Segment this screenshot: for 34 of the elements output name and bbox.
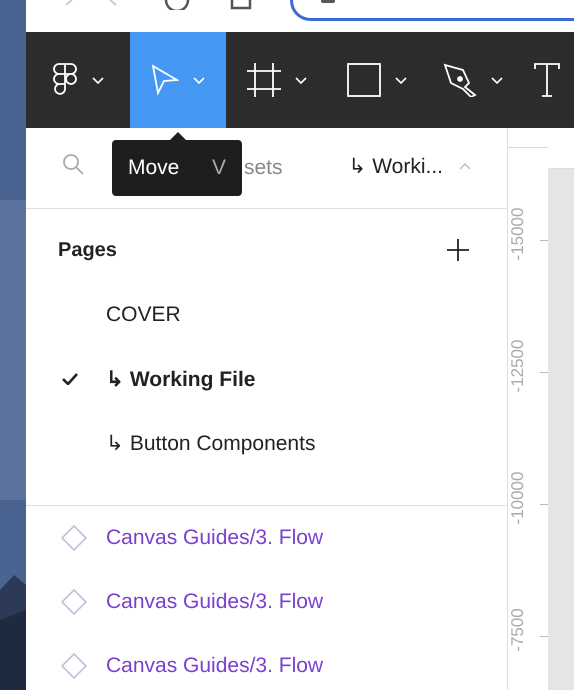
layer-item[interactable]: Canvas Guides/3. Flow xyxy=(26,634,507,690)
shortcut-key: V xyxy=(212,156,226,180)
cursor-icon xyxy=(151,64,179,96)
logo-icon xyxy=(52,63,78,97)
pen-icon xyxy=(443,63,477,97)
ruler-label: -10000 xyxy=(508,470,528,526)
page-selector[interactable]: ↳ Worki... xyxy=(348,154,471,179)
checkmark-icon xyxy=(62,373,78,385)
plus-icon[interactable] xyxy=(447,239,469,261)
ruler-label: -7500 xyxy=(508,607,528,654)
frame-icon xyxy=(247,63,281,97)
assets-tab[interactable]: sets xyxy=(244,156,283,180)
chevron-down-icon xyxy=(295,76,307,84)
chevron-down-icon xyxy=(92,76,104,84)
chevron-down-icon xyxy=(395,76,407,84)
layer-item[interactable]: Canvas Guides/3. Flow xyxy=(26,506,507,570)
chevron-down-icon xyxy=(193,76,205,84)
ruler-label: -15000 xyxy=(508,206,528,262)
page-item[interactable]: COVER xyxy=(26,283,507,347)
pages-heading: Pages xyxy=(58,238,117,262)
share-icon[interactable] xyxy=(230,0,252,10)
text-tool-icon xyxy=(534,63,560,97)
diamond-icon xyxy=(61,525,87,551)
rectangle-icon xyxy=(347,63,381,97)
page-item[interactable]: ↳ Working File xyxy=(26,347,507,411)
tooltip-label: Move xyxy=(128,156,180,180)
diamond-icon xyxy=(61,589,87,615)
chevron-up-icon xyxy=(459,163,471,170)
ruler-label: -12500 xyxy=(508,338,528,394)
diamond-icon xyxy=(61,653,87,679)
page-item[interactable]: ↳ Button Components xyxy=(26,411,507,475)
reload-icon[interactable] xyxy=(164,0,190,10)
chevron-down-icon xyxy=(491,76,503,84)
layer-item[interactable]: Canvas Guides/3. Flow xyxy=(26,570,507,634)
